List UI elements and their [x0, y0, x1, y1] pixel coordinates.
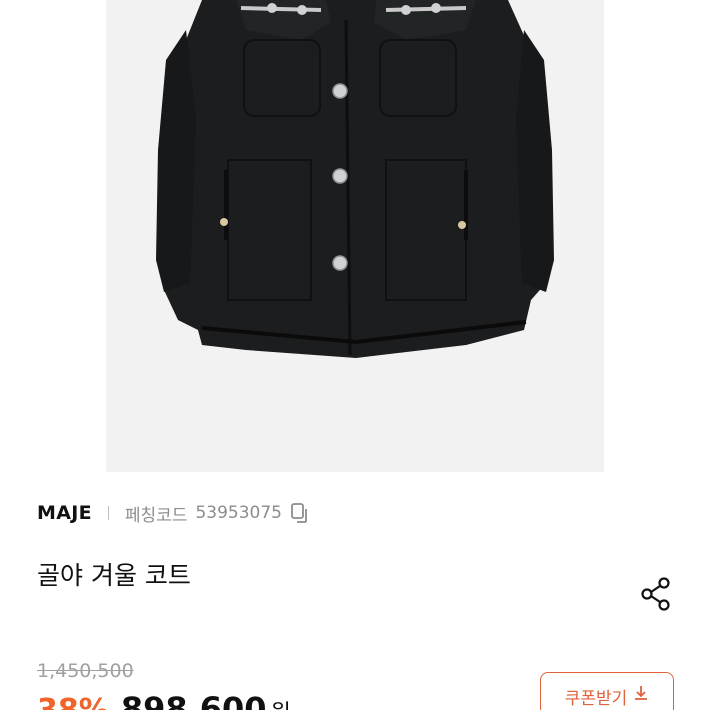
share-icon: [641, 577, 670, 611]
discount-rate: 38%: [37, 693, 109, 710]
fetching-code-value: 53953075: [195, 503, 282, 523]
product-title: 골야 겨울 코트: [37, 561, 191, 590]
download-icon: [633, 684, 649, 702]
brand-name[interactable]: MAJE: [37, 502, 92, 524]
product-detail-page: 1 / 8 MAJE 페칭코드 53953075 골야 겨울 코트 1,450,…: [0, 0, 710, 710]
price-row: 38% 898,600 원: [37, 690, 291, 710]
product-meta-row: MAJE 페칭코드 53953075: [37, 500, 310, 526]
copy-icon[interactable]: [290, 502, 310, 524]
original-price: 1,450,500: [37, 660, 134, 682]
coupon-button-label: 쿠폰받기: [564, 689, 628, 709]
share-button[interactable]: [636, 574, 676, 614]
product-image-gallery[interactable]: 1 / 8: [106, 0, 604, 472]
fetching-code-label: 페칭코드: [124, 505, 188, 526]
product-image: [156, 0, 554, 358]
coupon-download-button[interactable]: 쿠폰받기: [540, 672, 674, 710]
sale-price: 898,600: [120, 690, 267, 710]
meta-divider: [107, 506, 109, 520]
currency-unit: 원: [271, 695, 291, 710]
